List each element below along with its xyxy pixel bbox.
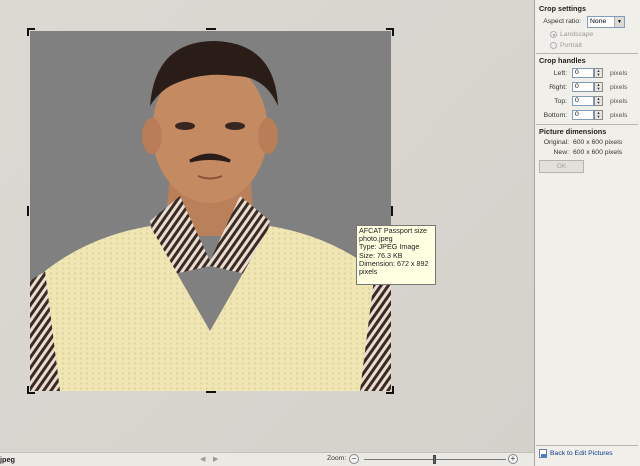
aspect-ratio-label: Aspect ratio:	[543, 18, 581, 25]
top-spinner[interactable]: ▲ ▼	[594, 96, 603, 106]
portrait-radio[interactable]	[550, 42, 557, 49]
aspect-ratio-select[interactable]: None ▼	[587, 16, 625, 28]
zoom-label: Zoom:	[327, 455, 347, 462]
bottom-input[interactable]: 0	[572, 110, 594, 120]
right-unit: pixels	[610, 84, 628, 91]
crop-handle-top[interactable]	[206, 28, 216, 30]
crop-handle-top-right[interactable]	[386, 28, 394, 36]
tooltip-line: AFCAT Passport size	[359, 227, 428, 235]
bottom-unit: pixels	[610, 112, 628, 119]
landscape-radio[interactable]	[550, 31, 557, 38]
right-spinner[interactable]: ▲ ▼	[594, 82, 603, 92]
crop-settings-title: Crop settings	[539, 4, 587, 13]
top-unit: pixels	[610, 98, 628, 105]
spin-down-icon[interactable]: ▼	[595, 115, 602, 119]
spin-down-icon[interactable]: ▼	[595, 87, 602, 91]
new-value: 600 x 600 pixels	[573, 149, 623, 156]
left-unit: pixels	[610, 70, 628, 77]
tooltip-line: photo.jpeg	[359, 235, 393, 244]
tooltip-line: Size: 76.3 KB	[359, 251, 403, 260]
new-label: New:	[553, 149, 570, 156]
crop-handles-title: Crop handles	[539, 56, 586, 65]
right-label: Right:	[549, 84, 567, 91]
picture-dimensions-title: Picture dimensions	[539, 127, 607, 136]
original-label: Original:	[543, 139, 569, 146]
person-photo	[30, 31, 391, 391]
tooltip-line: pixels	[359, 268, 378, 277]
crop-handle-left[interactable]	[27, 206, 29, 216]
left-spinner[interactable]: ▲ ▼	[594, 68, 603, 78]
back-to-edit-pictures-link[interactable]: Back to Edit Pictures	[539, 449, 613, 458]
top-input[interactable]: 0	[572, 96, 594, 106]
spin-down-icon[interactable]: ▼	[595, 73, 602, 77]
left-input[interactable]: 0	[572, 68, 594, 78]
crop-handle-right[interactable]	[391, 206, 393, 216]
right-input[interactable]: 0	[572, 82, 594, 92]
divider	[536, 124, 638, 125]
divider	[536, 445, 638, 446]
prev-arrow-icon[interactable]: ◀	[200, 455, 205, 463]
zoom-out-icon[interactable]: −	[349, 454, 359, 464]
top-label: Top:	[554, 98, 567, 105]
tooltip-line: Type: JPEG Image	[359, 243, 420, 252]
file-info-tooltip: AFCAT Passport size photo.jpeg Type: JPE…	[356, 225, 436, 285]
document-icon	[539, 449, 547, 458]
landscape-label: Landscape	[560, 31, 594, 38]
crop-handle-bottom[interactable]	[206, 391, 216, 393]
dropdown-arrow-icon[interactable]: ▼	[614, 17, 624, 27]
bottom-label: Bottom:	[543, 112, 567, 119]
next-arrow-icon[interactable]: ▶	[213, 455, 218, 463]
original-value: 600 x 600 pixels	[573, 139, 623, 146]
ok-button[interactable]: OK	[539, 160, 584, 173]
crop-handle-top-left[interactable]	[27, 28, 35, 36]
aspect-ratio-value: None	[590, 18, 607, 25]
spin-down-icon[interactable]: ▼	[595, 101, 602, 105]
bottom-spinner[interactable]: ▲ ▼	[594, 110, 603, 120]
left-label: Left:	[553, 70, 567, 77]
picture[interactable]	[30, 31, 391, 391]
tooltip-line: Dimension: 672 x 892	[359, 259, 429, 268]
file-name: jpeg	[0, 455, 15, 464]
crop-handle-bottom-right[interactable]	[386, 386, 394, 394]
portrait-label: Portrait	[560, 42, 582, 49]
crop-handle-bottom-left[interactable]	[27, 386, 35, 394]
divider	[536, 53, 638, 54]
zoom-slider-thumb[interactable]	[433, 455, 436, 464]
zoom-in-icon[interactable]: +	[508, 454, 518, 464]
status-bar: jpeg ◀ ▶ Zoom: − +	[0, 452, 534, 466]
back-link-label: Back to Edit Pictures	[550, 450, 613, 457]
